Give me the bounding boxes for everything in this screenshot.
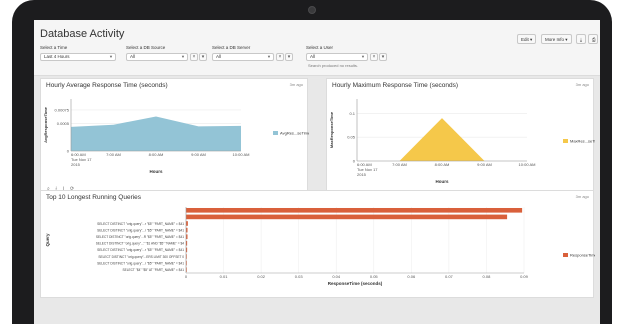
top-queries-chart: 0 0.01 0.02 0.03 0.04 0.05 0.06 0.07 0.08 0.09 SEL… xyxy=(45,207,595,286)
filter-source-dropdown-button[interactable]: ▾ xyxy=(199,53,207,61)
x-tick-label: 0.06 xyxy=(407,274,416,279)
avg-response-panel: Hourly Average Response Time (seconds) 3… xyxy=(40,78,309,186)
y-tick-label: 0.1 xyxy=(349,111,355,116)
x-tick-label: 0.09 xyxy=(520,274,529,279)
area-series xyxy=(71,116,241,151)
filter-source-clear-button[interactable]: × xyxy=(190,53,198,61)
panel-title: Top 10 Longest Running Queries xyxy=(46,194,142,201)
filter-source-value: All xyxy=(130,54,136,59)
bar xyxy=(186,207,523,213)
filter-server-clear-button[interactable]: × xyxy=(276,53,284,61)
x-tick-sublabel: 2015 xyxy=(357,172,367,177)
chevron-down-icon: ▼ xyxy=(361,54,365,59)
legend-swatch xyxy=(273,131,278,135)
x-axis-title: ResponseTime (seconds) xyxy=(328,281,383,286)
area-series xyxy=(357,118,527,161)
y-tick-label: SELECT DISTINCT "orig.query"...r "$5" "P… xyxy=(97,248,184,252)
y-axis-title: AvgResponseTime xyxy=(43,106,48,143)
x-tick-label: 0.02 xyxy=(257,274,266,279)
legend-label: ResponseTime (seconds) xyxy=(570,253,595,258)
x-tick-label: 10:00 AM xyxy=(519,162,536,167)
print-icon[interactable]: ⎙ xyxy=(588,34,598,44)
x-tick-label: 0.01 xyxy=(220,274,229,279)
x-tick-label: 7:00 AM xyxy=(392,162,407,167)
x-tick-label: 0.08 xyxy=(483,274,492,279)
chevron-down-icon: ▼ xyxy=(109,54,113,59)
x-tick-label: 9:00 AM xyxy=(477,162,492,167)
panel-title: Hourly Maximum Response Time (seconds) xyxy=(332,82,459,89)
filter-user-dropdown-button[interactable]: ▾ xyxy=(379,53,387,61)
filter-server-select[interactable]: All ▼ xyxy=(212,53,274,61)
filter-user-select[interactable]: All ▼ xyxy=(306,53,368,61)
max-response-panel: Hourly Maximum Response Time (seconds) 3… xyxy=(326,78,595,195)
x-axis-title: Hours xyxy=(435,179,448,184)
legend-label: MaxRes...seTime xyxy=(570,139,595,144)
max-response-chart: 00.050.16:00 AM 7:00 AM 8:00 AM 9:00 AM 10:0… xyxy=(329,99,595,184)
y-tick-label: 0.0005 xyxy=(57,121,70,126)
legend-swatch xyxy=(563,253,568,257)
y-axis-title: Query xyxy=(45,233,50,247)
filter-time-label: Select a Time xyxy=(40,45,68,50)
y-tick-label: 0 xyxy=(353,159,356,164)
filter-time-value: Last 4 Hours xyxy=(44,54,70,59)
x-tick-sublabel: 2015 xyxy=(71,162,81,167)
filter-time-select[interactable]: Last 4 Hours ▼ xyxy=(40,53,116,61)
x-tick-label: 0.05 xyxy=(370,274,379,279)
x-tick-label: 8:00 AM xyxy=(149,152,164,157)
y-tick-label: SELECT DISTINCT "orig.query"..." "$1 AND… xyxy=(96,242,184,246)
y-tick-label: SELECT DISTINCT "orig.query"...R "$5" "P… xyxy=(96,235,184,239)
edit-button[interactable]: Edit ▾ xyxy=(517,34,537,44)
camera-icon xyxy=(308,6,316,14)
filter-user-clear-button[interactable]: × xyxy=(370,53,378,61)
y-tick-label: 0.05 xyxy=(347,135,356,140)
bar xyxy=(186,214,508,220)
y-tick-label: SELECT DISTINCT "orig.query"...r "$5" "P… xyxy=(97,228,184,232)
chevron-down-icon: ▼ xyxy=(181,54,185,59)
legend-swatch xyxy=(563,139,568,143)
x-tick-label: 0 xyxy=(185,274,188,279)
filter-source-label: Select a DB Source xyxy=(126,45,166,50)
y-tick-label: SELECT DISTINCT "orig.query"...r "$5" "P… xyxy=(97,261,184,265)
y-tick-label: SELECT "$4" "$5" AT "PART_NAME" = $41 xyxy=(122,268,184,272)
y-tick-label: 0.00075 xyxy=(55,107,70,112)
filter-server-label: Select a DB Server xyxy=(212,45,251,50)
dashboard-footer xyxy=(34,300,600,324)
legend-label: AvgRes...seTime xyxy=(280,131,309,136)
x-tick-label: 0.04 xyxy=(332,274,341,279)
panel-timestamp: 3m ago xyxy=(575,194,589,199)
x-tick-label: 0.03 xyxy=(295,274,304,279)
y-tick-label: SELECT DISTINCT "orig.query"...ERS LIMIT… xyxy=(98,255,184,259)
x-tick-label: 7:00 AM xyxy=(106,152,121,157)
filter-server-value: All xyxy=(216,54,222,59)
y-tick-label: 0 xyxy=(67,149,70,154)
panel-title: Hourly Average Response Time (seconds) xyxy=(46,82,168,89)
avg-response-chart: 00.00050.000756:00 AM 7:00 AM 8:00 AM 9:00 … xyxy=(43,99,309,174)
panel-timestamp: 3m ago xyxy=(289,82,303,87)
screen: Database Activity Edit ▾ More Info ▾ ⤓ ⎙… xyxy=(34,20,600,324)
filter-source-select[interactable]: All ▼ xyxy=(126,53,188,61)
x-tick-label: 10:00 AM xyxy=(233,152,250,157)
x-axis-title: Hours xyxy=(149,169,162,174)
y-tick-label: SELECT DISTINCT "orig.query"...r "$5" "P… xyxy=(97,222,184,226)
dashboard-header: Database Activity Edit ▾ More Info ▾ ⤓ ⎙… xyxy=(34,20,600,76)
filter-server-dropdown-button[interactable]: ▾ xyxy=(285,53,293,61)
x-tick-label: 0.07 xyxy=(445,274,454,279)
filter-user-label: Select a User xyxy=(306,45,334,50)
chevron-down-icon: ▼ xyxy=(267,54,271,59)
y-axis-title: MaxResponseTime xyxy=(329,111,334,148)
page-title: Database Activity xyxy=(40,28,125,40)
download-icon[interactable]: ⤓ xyxy=(576,34,586,44)
filter-user-value: All xyxy=(310,54,316,59)
x-tick-label: 8:00 AM xyxy=(435,162,450,167)
x-tick-label: 9:00 AM xyxy=(191,152,206,157)
more-info-button[interactable]: More Info ▾ xyxy=(541,34,572,44)
filter-user-hint: Search produced no results. xyxy=(308,63,359,68)
top-queries-panel: Top 10 Longest Running Queries 3m ago 00… xyxy=(40,190,595,298)
tablet-frame: Database Activity Edit ▾ More Info ▾ ⤓ ⎙… xyxy=(12,0,612,324)
panel-timestamp: 3m ago xyxy=(575,82,589,87)
